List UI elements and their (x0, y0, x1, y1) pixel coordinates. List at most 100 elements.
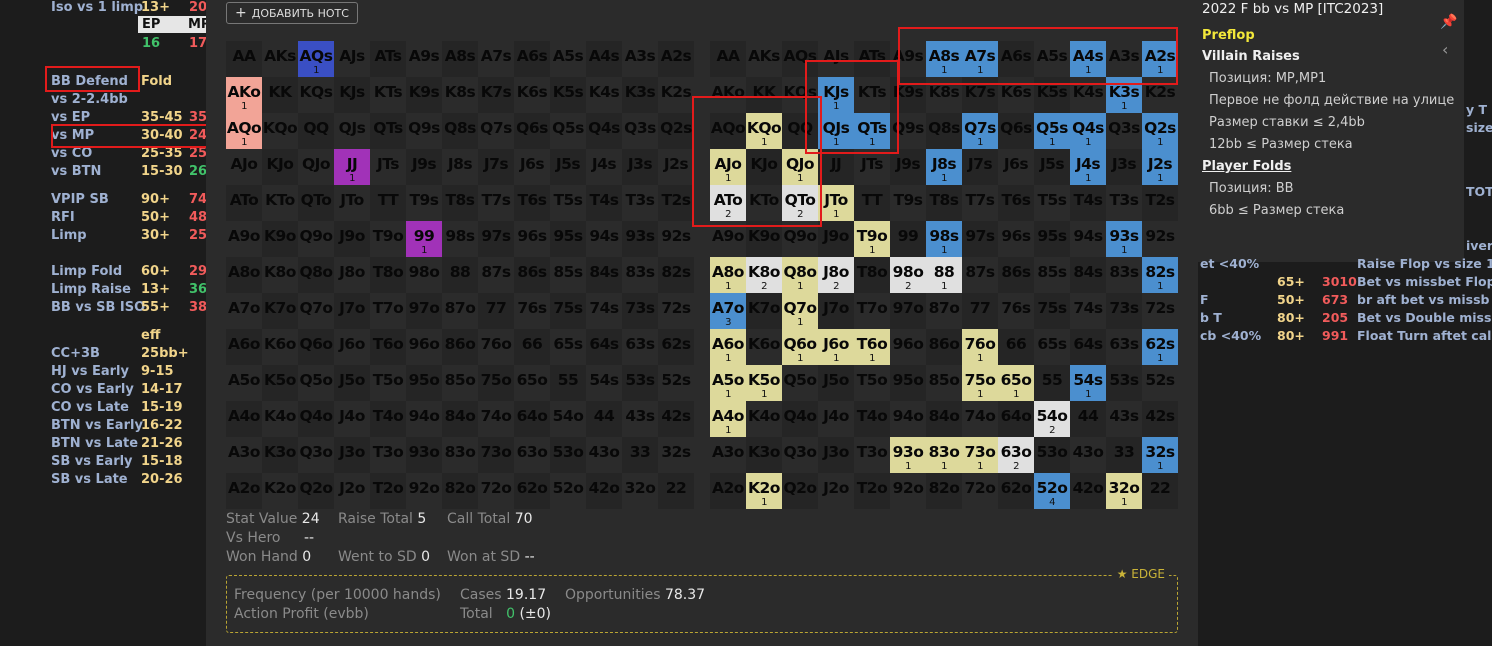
hand-cell-Q4s[interactable]: Q4s (586, 113, 622, 149)
hand-cell-J7s[interactable]: J7s (478, 149, 514, 185)
hand-cell-55[interactable]: 55 (550, 365, 586, 401)
hand-cell-T3s[interactable]: T3s (622, 185, 658, 221)
hand-cell-Q2o[interactable]: Q2o (782, 473, 818, 509)
hand-cell-97o[interactable]: 97o (406, 293, 442, 329)
hand-cell-33[interactable]: 33 (622, 437, 658, 473)
hand-cell-84s[interactable]: 84s (1070, 257, 1106, 293)
hand-cell-66[interactable]: 66 (514, 329, 550, 365)
hand-cell-94o[interactable]: 94o (890, 401, 926, 437)
hand-cell-QTs[interactable]: QTs (370, 113, 406, 149)
hand-cell-72s[interactable]: 72s (1142, 293, 1178, 329)
hand-cell-J8o[interactable]: J8o (334, 257, 370, 293)
hand-cell-88[interactable]: 88 (442, 257, 478, 293)
hand-cell-K2o[interactable]: K2o 1 (746, 473, 782, 509)
hand-cell-J3o[interactable]: J3o (818, 437, 854, 473)
hand-cell-T9s[interactable]: T9s (890, 185, 926, 221)
hand-cell-Q4s[interactable]: Q4s 1 (1070, 113, 1106, 149)
hand-cell-K7s[interactable]: K7s (478, 77, 514, 113)
hand-cell-Q6s[interactable]: Q6s (998, 113, 1034, 149)
hand-cell-Q7o[interactable]: Q7o (298, 293, 334, 329)
hand-cell-75s[interactable]: 75s (550, 293, 586, 329)
hand-cell-A2o[interactable]: A2o (226, 473, 262, 509)
hand-cell-T4o[interactable]: T4o (370, 401, 406, 437)
hand-cell-T3o[interactable]: T3o (854, 437, 890, 473)
hand-cell-52s[interactable]: 52s (658, 365, 694, 401)
hand-cell-QJo[interactable]: QJo (298, 149, 334, 185)
hand-cell-98o[interactable]: 98o 2 (890, 257, 926, 293)
hand-cell-J5s[interactable]: J5s (550, 149, 586, 185)
hand-cell-A3o[interactable]: A3o (710, 437, 746, 473)
hand-cell-62s[interactable]: 62s 1 (1142, 329, 1178, 365)
hand-cell-98o[interactable]: 98o (406, 257, 442, 293)
pin-icon[interactable]: 📌 (1440, 14, 1457, 30)
hand-cell-Q7o[interactable]: Q7o 1 (782, 293, 818, 329)
hand-cell-K5o[interactable]: K5o 1 (746, 365, 782, 401)
hand-cell-J8s[interactable]: J8s (442, 149, 478, 185)
hand-cell-76o[interactable]: 76o (478, 329, 514, 365)
hand-cell-J9o[interactable]: J9o (334, 221, 370, 257)
hand-cell-53o[interactable]: 53o (1034, 437, 1070, 473)
hand-cell-T8s[interactable]: T8s (442, 185, 478, 221)
hand-cell-94s[interactable]: 94s (586, 221, 622, 257)
hand-cell-97o[interactable]: 97o (890, 293, 926, 329)
hand-cell-T6o[interactable]: T6o (370, 329, 406, 365)
hand-cell-T2o[interactable]: T2o (854, 473, 890, 509)
hand-cell-QQ[interactable]: QQ (298, 113, 334, 149)
hand-cell-J6o[interactable]: J6o 1 (818, 329, 854, 365)
hand-cell-63s[interactable]: 63s (622, 329, 658, 365)
hand-cell-K4o[interactable]: K4o (746, 401, 782, 437)
hand-cell-94s[interactable]: 94s (1070, 221, 1106, 257)
hand-cell-Q6o[interactable]: Q6o 1 (782, 329, 818, 365)
hand-cell-95s[interactable]: 95s (1034, 221, 1070, 257)
hand-cell-T3o[interactable]: T3o (370, 437, 406, 473)
hand-cell-44[interactable]: 44 (586, 401, 622, 437)
hand-cell-95s[interactable]: 95s (550, 221, 586, 257)
hand-cell-J6s[interactable]: J6s (514, 149, 550, 185)
hand-cell-92o[interactable]: 92o (406, 473, 442, 509)
hand-cell-98s[interactable]: 98s 1 (926, 221, 962, 257)
hand-cell-J6s[interactable]: J6s (998, 149, 1034, 185)
hand-cell-76o[interactable]: 76o 1 (962, 329, 998, 365)
hand-cell-TT[interactable]: TT (370, 185, 406, 221)
hand-cell-Q2o[interactable]: Q2o (298, 473, 334, 509)
hand-cell-87o[interactable]: 87o (926, 293, 962, 329)
hand-cell-T2s[interactable]: T2s (1142, 185, 1178, 221)
hand-cell-Q5s[interactable]: Q5s 1 (1034, 113, 1070, 149)
hand-cell-T5o[interactable]: T5o (854, 365, 890, 401)
hand-cell-J6o[interactable]: J6o (334, 329, 370, 365)
hand-cell-62o[interactable]: 62o (514, 473, 550, 509)
hand-cell-92o[interactable]: 92o (890, 473, 926, 509)
hand-cell-94o[interactable]: 94o (406, 401, 442, 437)
hand-cell-T8o[interactable]: T8o (370, 257, 406, 293)
hand-cell-J7s[interactable]: J7s (962, 149, 998, 185)
hand-cell-43s[interactable]: 43s (1106, 401, 1142, 437)
hand-cell-JJ[interactable]: JJ 1 (334, 149, 370, 185)
chevron-left-icon[interactable]: ‹ (1442, 40, 1448, 59)
hand-cell-A5s[interactable]: A5s (550, 41, 586, 77)
hand-cell-52s[interactable]: 52s (1142, 365, 1178, 401)
hand-cell-92s[interactable]: 92s (658, 221, 694, 257)
hand-cell-42s[interactable]: 42s (1142, 401, 1178, 437)
hand-cell-85s[interactable]: 85s (1034, 257, 1070, 293)
hand-cell-T2s[interactable]: T2s (658, 185, 694, 221)
hand-cell-J5o[interactable]: J5o (818, 365, 854, 401)
hand-cell-32o[interactable]: 32o 1 (1106, 473, 1142, 509)
hand-cell-83s[interactable]: 83s (1106, 257, 1142, 293)
hand-cell-84o[interactable]: 84o (442, 401, 478, 437)
hand-cell-JTo[interactable]: JTo 1 (818, 185, 854, 221)
hand-cell-93o[interactable]: 93o 1 (890, 437, 926, 473)
hand-cell-74s[interactable]: 74s (586, 293, 622, 329)
hand-cell-T9o[interactable]: T9o (370, 221, 406, 257)
hand-cell-K2s[interactable]: K2s (658, 77, 694, 113)
hand-cell-88[interactable]: 88 1 (926, 257, 962, 293)
hand-cell-K5s[interactable]: K5s (550, 77, 586, 113)
hand-cell-65s[interactable]: 65s (1034, 329, 1070, 365)
hand-cell-J4o[interactable]: J4o (818, 401, 854, 437)
hand-cell-A9o[interactable]: A9o (226, 221, 262, 257)
hand-cell-83o[interactable]: 83o (442, 437, 478, 473)
hand-cell-J7o[interactable]: J7o (334, 293, 370, 329)
hand-cell-QJs[interactable]: QJs (334, 113, 370, 149)
hand-cell-86s[interactable]: 86s (998, 257, 1034, 293)
hand-cell-53o[interactable]: 53o (550, 437, 586, 473)
hand-cell-T2o[interactable]: T2o (370, 473, 406, 509)
